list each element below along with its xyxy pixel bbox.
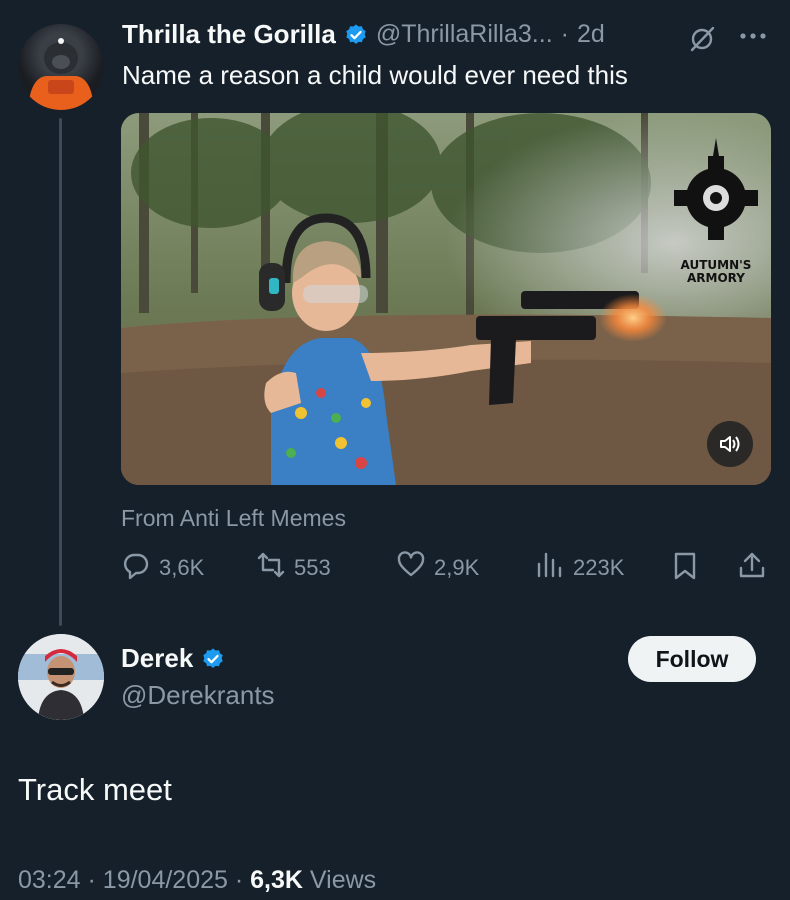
- like-icon: [396, 550, 426, 586]
- reply-action[interactable]: 3,6K: [121, 550, 204, 586]
- reply-header: Derek: [121, 643, 225, 674]
- media-logo-text-1: AUTUMN'S: [681, 258, 752, 272]
- author-name[interactable]: Thrilla the Gorilla: [122, 19, 336, 50]
- reply-icon: [121, 550, 151, 586]
- bookmark-icon[interactable]: [671, 551, 699, 586]
- views-count: 223K: [573, 555, 625, 580]
- share-icon[interactable]: [737, 550, 767, 585]
- retweet-action[interactable]: 553: [256, 550, 331, 586]
- media-logo-text-2: ARMORY: [687, 271, 745, 285]
- like-action[interactable]: 2,9K: [396, 550, 479, 586]
- follow-button[interactable]: Follow: [628, 636, 756, 682]
- like-count: 2,9K: [434, 555, 480, 580]
- reply-views-label: Views: [309, 866, 377, 894]
- author-avatar[interactable]: [18, 24, 104, 110]
- meta-separator: ·: [234, 866, 244, 894]
- reply-author-avatar[interactable]: [18, 634, 104, 720]
- reply-author-handle[interactable]: @Derekrants: [121, 680, 275, 711]
- author-handle[interactable]: @ThrillaRilla3...: [376, 20, 553, 49]
- tweet-header: Thrilla the Gorilla @ThrillaRilla3... · …: [122, 19, 605, 50]
- meta-separator: ·: [87, 866, 96, 894]
- more-icon[interactable]: [738, 26, 768, 51]
- grok-icon[interactable]: [687, 24, 717, 59]
- reply-count: 3,6K: [159, 555, 205, 580]
- volume-icon[interactable]: [707, 421, 753, 467]
- verified-badge-icon: [201, 647, 225, 671]
- tweet-media-video[interactable]: AUTUMN'S ARMORY: [121, 113, 771, 485]
- views-action[interactable]: 223K: [535, 550, 624, 586]
- reply-time[interactable]: 03:24: [18, 866, 81, 894]
- separator-dot: ·: [560, 20, 569, 48]
- reply-text: Track meet: [18, 772, 172, 807]
- retweet-count: 553: [294, 555, 331, 580]
- reply-metadata: 03:24 · 19/04/2025 · 6,3K Views: [18, 866, 376, 895]
- reply-views-count: 6,3K: [250, 866, 303, 894]
- verified-badge-icon: [344, 23, 368, 47]
- reply-author-name[interactable]: Derek: [121, 643, 193, 674]
- thread-connector: [59, 118, 62, 626]
- media-source[interactable]: From Anti Left Memes: [121, 505, 346, 532]
- reply-date[interactable]: 19/04/2025: [103, 866, 228, 894]
- tweet-text: Name a reason a child would ever need th…: [122, 60, 628, 90]
- retweet-icon: [256, 550, 286, 586]
- tweet-age[interactable]: 2d: [577, 20, 605, 49]
- views-icon: [535, 550, 565, 586]
